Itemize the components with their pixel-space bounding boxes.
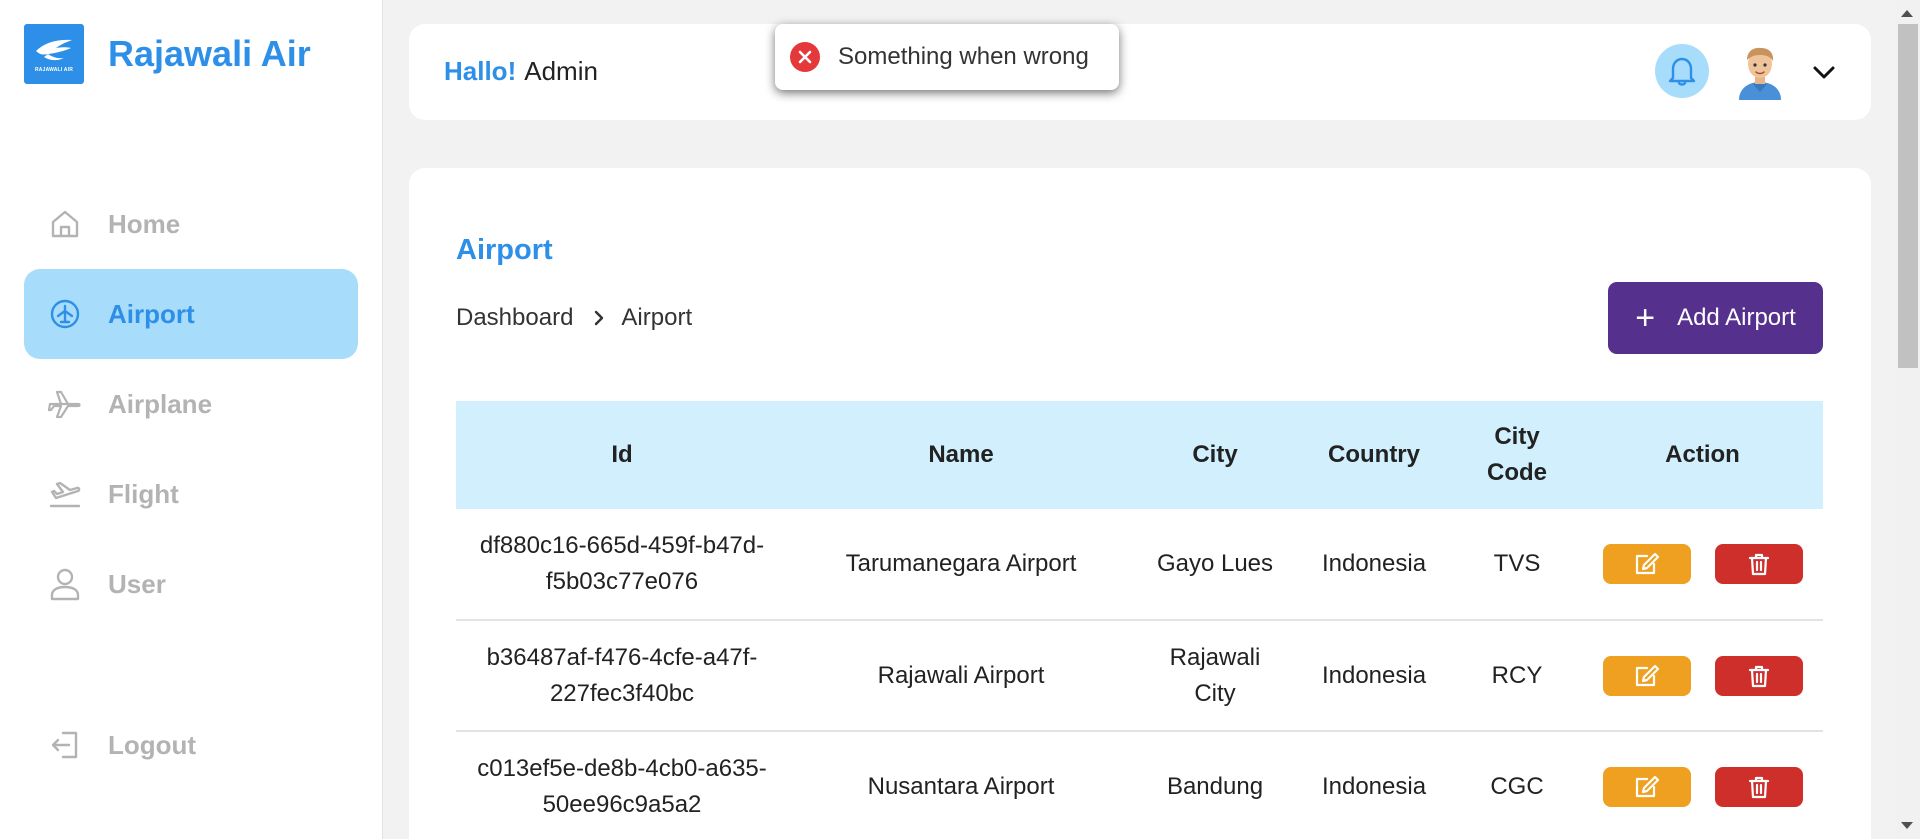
cell-city-code: TVS — [1452, 509, 1582, 621]
notification-bell-button[interactable] — [1655, 44, 1709, 98]
chevron-down-icon[interactable] — [1811, 59, 1837, 85]
cell-city: Gayo Lues — [1134, 509, 1296, 621]
scrollbar-thumb[interactable] — [1898, 24, 1918, 368]
edit-button[interactable] — [1602, 655, 1691, 696]
column-header-city-code: City Code — [1452, 401, 1582, 509]
sidebar-item-home[interactable]: Home — [24, 179, 358, 269]
delete-button[interactable] — [1714, 766, 1803, 807]
bell-icon — [1668, 57, 1696, 86]
breadcrumb: Dashboard Airport — [456, 304, 692, 332]
page-title: Airport — [456, 234, 553, 266]
cell-action — [1582, 620, 1823, 732]
breadcrumb-current: Airport — [621, 304, 693, 331]
cell-action — [1582, 731, 1823, 839]
trash-icon — [1748, 776, 1769, 798]
column-header-name: Name — [788, 401, 1134, 509]
delete-button[interactable] — [1714, 655, 1803, 696]
table-row: b36487af-f476-4cfe-a47f-227fec3f40bc Raj… — [456, 620, 1823, 732]
greeting-text: Hallo! — [444, 56, 517, 86]
avatar[interactable] — [1733, 44, 1787, 100]
logout-icon — [48, 728, 82, 762]
cell-country: Indonesia — [1296, 731, 1452, 839]
edit-icon — [1635, 552, 1659, 575]
brand-name: Rajawali Air — [108, 33, 311, 74]
sidebar-item-flight[interactable]: Flight — [24, 449, 358, 539]
cell-name: Rajawali Airport — [788, 620, 1134, 732]
sidebar-item-label: Airport — [108, 298, 195, 329]
cell-city-code: RCY — [1452, 620, 1582, 732]
breadcrumb-dashboard[interactable]: Dashboard — [456, 304, 573, 332]
brand[interactable]: RAJAWALI AIR Rajawali Air — [24, 24, 311, 84]
airport-icon — [48, 297, 82, 331]
error-toast: Something when wrong — [775, 24, 1119, 90]
plus-icon: + — [1635, 299, 1656, 337]
scroll-down-arrow-icon[interactable] — [1901, 822, 1913, 829]
edit-icon — [1635, 775, 1659, 797]
sidebar-item-label: Flight — [108, 478, 179, 509]
home-icon — [48, 207, 82, 241]
cell-id: df880c16-665d-459f-b47d-f5b03c77e076 — [456, 509, 788, 621]
main-panel: Airport Dashboard Airport + Add Airport … — [409, 168, 1871, 839]
sidebar-item-airplane[interactable]: Airplane — [24, 359, 358, 449]
cell-city: Bandung — [1134, 731, 1296, 839]
top-header: Hallo! Admin — [409, 24, 1871, 120]
table-row: c013ef5e-de8b-4cb0-a635-50ee96c9a5a2 Nus… — [456, 731, 1823, 839]
chevron-right-icon — [593, 309, 605, 327]
cell-city: Rajawali City — [1134, 620, 1296, 732]
edit-icon — [1635, 664, 1659, 686]
sidebar-item-user[interactable]: User — [24, 539, 358, 629]
scroll-up-arrow-icon[interactable] — [1901, 10, 1913, 17]
logo-icon: RAJAWALI AIR — [24, 24, 84, 84]
cell-name: Nusantara Airport — [788, 731, 1134, 839]
cell-id: c013ef5e-de8b-4cb0-a635-50ee96c9a5a2 — [456, 731, 788, 839]
trash-icon — [1748, 665, 1769, 687]
flight-takeoff-icon — [48, 477, 82, 511]
cell-country: Indonesia — [1296, 620, 1452, 732]
sidebar-item-airport[interactable]: Airport — [24, 269, 358, 359]
table-row: df880c16-665d-459f-b47d-f5b03c77e076 Tar… — [456, 509, 1823, 621]
add-airport-label: Add Airport — [1677, 304, 1796, 331]
column-header-action: Action — [1582, 401, 1823, 509]
airplane-icon — [48, 387, 82, 421]
sidebar-item-label: Home — [108, 208, 181, 239]
cell-country: Indonesia — [1296, 509, 1452, 621]
user-icon — [48, 567, 82, 601]
sidebar-item-label: Airplane — [108, 388, 213, 419]
sidebar-item-label: User — [108, 568, 166, 599]
cell-name: Tarumanegara Airport — [788, 509, 1134, 621]
cell-id: b36487af-f476-4cfe-a47f-227fec3f40bc — [456, 620, 788, 732]
add-airport-button[interactable]: + Add Airport — [1608, 282, 1823, 354]
column-header-city: City — [1134, 401, 1296, 509]
logout-label: Logout — [108, 729, 197, 760]
edit-button[interactable] — [1602, 544, 1691, 584]
edit-button[interactable] — [1602, 766, 1691, 807]
user-name: Admin — [524, 56, 598, 86]
airport-table: Id Name City Country City Code Action df… — [456, 401, 1823, 839]
cell-city-code: CGC — [1452, 731, 1582, 839]
logo-text: RAJAWALI AIR — [34, 67, 74, 73]
column-header-country: Country — [1296, 401, 1452, 509]
delete-button[interactable] — [1714, 544, 1803, 584]
cell-action — [1582, 509, 1823, 621]
toast-message: Something when wrong — [838, 43, 1089, 70]
table-header-row: Id Name City Country City Code Action — [456, 401, 1823, 509]
logout-button[interactable]: Logout — [24, 700, 358, 790]
sidebar: RAJAWALI AIR Rajawali Air Home Airport A… — [0, 0, 383, 839]
error-icon — [790, 42, 820, 72]
trash-icon — [1748, 553, 1769, 576]
column-header-id: Id — [456, 401, 788, 509]
greeting: Hallo! Admin — [444, 56, 598, 87]
